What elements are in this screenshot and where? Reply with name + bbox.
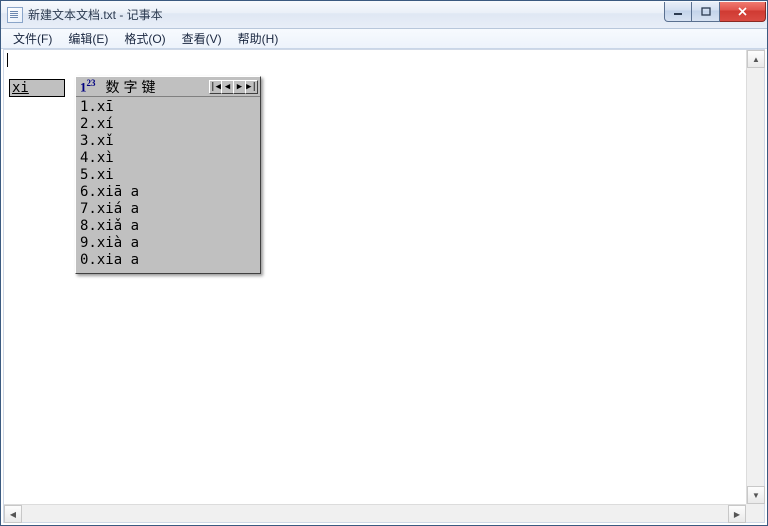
chevron-up-icon: ▲ [752,55,760,64]
hscroll-track[interactable] [22,505,728,522]
notepad-window: 新建文本文档.txt - 记事本 文件(F) 编辑(E) 格式(O) 查看(V)… [0,0,768,526]
maximize-icon [701,7,711,17]
horizontal-scrollbar[interactable]: ◀ ▶ [4,504,746,522]
ime-candidate[interactable]: 6.xiā a [80,184,256,201]
titlebar: 新建文本文档.txt - 记事本 [1,1,767,29]
window-controls [664,2,766,22]
menu-format[interactable]: 格式(O) [116,28,173,49]
close-button[interactable] [720,2,766,22]
first-page-icon: |◀ [210,82,221,92]
chevron-left-icon: ◀ [10,510,16,519]
vertical-scrollbar[interactable]: ▲ ▼ [746,50,764,504]
prev-page-icon: ◀ [225,82,230,92]
menu-file[interactable]: 文件(F) [5,28,60,49]
ime-candidate[interactable]: 3.xǐ [80,133,256,150]
ime-candidate[interactable]: 2.xí [80,116,256,133]
scroll-corner [746,504,764,522]
menu-view[interactable]: 查看(V) [174,28,230,49]
window-title: 新建文本文档.txt - 记事本 [28,6,163,23]
text-caret [7,53,8,67]
scroll-up-button[interactable]: ▲ [747,50,765,68]
menu-edit[interactable]: 编辑(E) [60,28,116,49]
scroll-right-button[interactable]: ▶ [728,505,746,523]
scroll-left-button[interactable]: ◀ [4,505,22,523]
ime-composition-box: xi [9,79,65,97]
ime-candidate[interactable]: 7.xiá a [80,201,256,218]
ime-candidate[interactable]: 9.xià a [80,235,256,252]
ime-composition-text: xi [12,80,29,96]
maximize-button[interactable] [692,2,720,22]
ime-candidate-panel: 123 数字键 |◀ ◀ ▶ ▶| 1.xī2.xí3.xǐ4.xì5.xi6.… [75,76,261,274]
chevron-down-icon: ▼ [752,491,760,500]
ime-panel-header: 123 数字键 |◀ ◀ ▶ ▶| [76,77,260,97]
vscroll-track[interactable] [747,68,764,486]
chevron-right-icon: ▶ [734,510,740,519]
close-icon [737,6,748,17]
minimize-button[interactable] [664,2,692,22]
minimize-icon [673,7,683,17]
ime-last-button[interactable]: ▶| [245,80,258,94]
menubar: 文件(F) 编辑(E) 格式(O) 查看(V) 帮助(H) [1,29,767,49]
ime-candidate[interactable]: 8.xiǎ a [80,218,256,235]
ime-mode-indicator[interactable]: 123 [78,78,100,95]
ime-candidate[interactable]: 0.xia a [80,252,256,269]
next-page-icon: ▶ [237,82,242,92]
ime-candidate-list: 1.xī2.xí3.xǐ4.xì5.xi6.xiā a7.xiá a8.xiǎ … [76,97,260,273]
app-icon [7,7,23,23]
last-page-icon: ▶| [246,82,257,92]
ime-candidate[interactable]: 5.xi [80,167,256,184]
scroll-down-button[interactable]: ▼ [747,486,765,504]
ime-candidate[interactable]: 1.xī [80,99,256,116]
ime-nav: |◀ ◀ ▶ ▶| [210,80,258,94]
menu-help[interactable]: 帮助(H) [230,28,287,49]
ime-candidate[interactable]: 4.xì [80,150,256,167]
ime-panel-title: 数字键 [100,77,211,97]
